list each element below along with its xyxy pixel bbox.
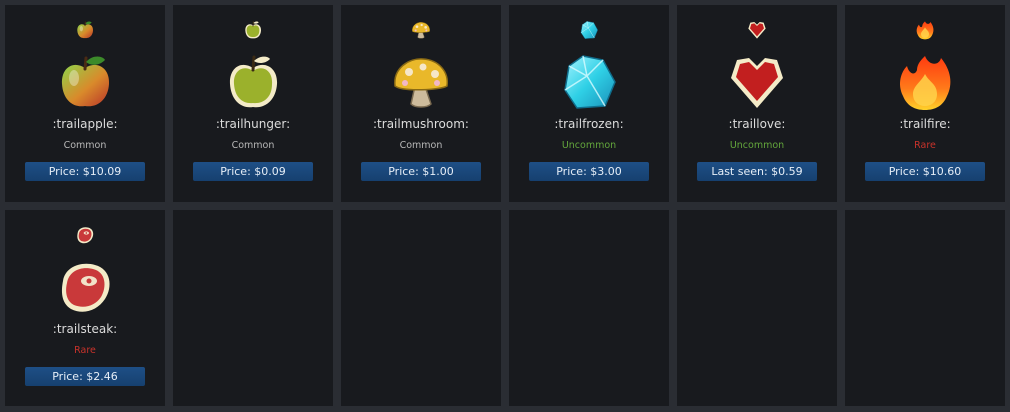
apple-icon <box>75 20 95 40</box>
item-rarity: Rare <box>74 345 96 356</box>
item-card-trailapple[interactable]: :trailapple: Common Price: $10.09 <box>5 5 165 202</box>
price-button[interactable]: Price: $2.46 <box>25 367 145 386</box>
item-card-trailfrozen[interactable]: :trailfrozen: Uncommon Price: $3.00 <box>509 5 669 202</box>
item-card-traillove[interactable]: :traillove: Uncommon Last seen: $0.59 <box>677 5 837 202</box>
ice-crystal-icon <box>559 52 619 112</box>
item-rarity: Common <box>63 140 107 151</box>
item-rarity: Common <box>399 140 443 151</box>
apple-icon <box>55 52 115 112</box>
price-button[interactable]: Price: $10.09 <box>25 162 145 181</box>
heart-icon <box>747 20 767 40</box>
green-apple-icon <box>243 20 263 40</box>
price-button[interactable]: Price: $1.00 <box>361 162 481 181</box>
item-card-trailmushroom[interactable]: :trailmushroom: Common Price: $1.00 <box>341 5 501 202</box>
item-name: :trailmushroom: <box>373 117 469 131</box>
steak-icon <box>75 225 95 245</box>
empty-slot <box>845 210 1005 406</box>
item-rarity: Uncommon <box>729 140 785 151</box>
empty-slot <box>173 210 333 406</box>
inventory-grid: :trailapple: Common Price: $10.09 :trail… <box>5 5 1005 406</box>
item-card-trailsteak[interactable]: :trailsteak: Rare Price: $2.46 <box>5 210 165 406</box>
last-seen-button[interactable]: Last seen: $0.59 <box>697 162 817 181</box>
empty-slot <box>509 210 669 406</box>
fire-icon <box>915 20 935 40</box>
item-name: :trailhunger: <box>215 117 291 131</box>
steak-icon <box>55 257 115 317</box>
empty-slot <box>341 210 501 406</box>
item-rarity: Common <box>231 140 275 151</box>
item-name: :trailfire: <box>899 117 951 131</box>
item-rarity: Rare <box>914 140 936 151</box>
price-button[interactable]: Price: $3.00 <box>529 162 649 181</box>
item-card-trailhunger[interactable]: :trailhunger: Common Price: $0.09 <box>173 5 333 202</box>
heart-icon <box>727 52 787 112</box>
green-apple-icon <box>223 52 283 112</box>
item-name: :trailsteak: <box>52 322 118 336</box>
item-card-trailfire[interactable]: :trailfire: Rare Price: $10.60 <box>845 5 1005 202</box>
price-button[interactable]: Price: $10.60 <box>865 162 985 181</box>
item-name: :traillove: <box>728 117 786 131</box>
mushroom-icon <box>411 20 431 40</box>
empty-slot <box>677 210 837 406</box>
fire-icon <box>895 52 955 112</box>
mushroom-icon <box>391 52 451 112</box>
price-button[interactable]: Price: $0.09 <box>193 162 313 181</box>
item-name: :trailapple: <box>52 117 118 131</box>
item-name: :trailfrozen: <box>554 117 624 131</box>
item-rarity: Uncommon <box>561 140 617 151</box>
ice-crystal-icon <box>579 20 599 40</box>
